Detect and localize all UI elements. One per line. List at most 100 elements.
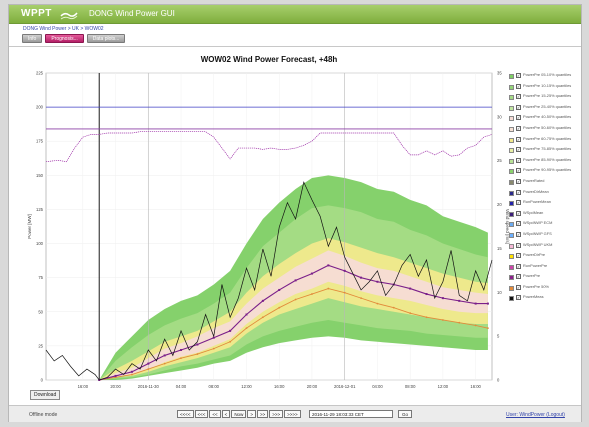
legend-swatch [509,211,514,217]
nav-forward-1-button[interactable]: > [247,410,256,418]
date-input[interactable]: 2016-11-29 18:03:33 CET [309,410,393,418]
mean-forecast-point [180,348,183,351]
nav-back-4-button[interactable]: <<<< [177,410,194,418]
legend-item[interactable]: ✓ PowerPre 50% [509,283,579,296]
legend-checkbox[interactable]: ✓ [516,231,521,237]
legend-swatch [509,148,514,154]
median-forecast-point [327,287,330,290]
legend-item[interactable]: ✓ PowerPre 50-60% quantiles [509,124,579,137]
y-tick-label: 25 [38,343,43,348]
legend-checkbox[interactable]: ✓ [516,115,521,121]
nav-forward-4-button[interactable]: >>>> [284,410,301,418]
legend-label: PowerPre 50-60% quantiles [523,124,572,130]
median-forecast-point [180,357,182,360]
legend-checkbox[interactable]: ✓ [516,94,521,100]
legend-checkbox[interactable]: ✓ [516,295,521,301]
y-tick-label: 0 [41,378,44,383]
legend-label: PowerPre 90-95% quantiles [523,167,572,173]
legend-label: PowerPre 05-10% quantiles [523,72,572,77]
legend-checkbox[interactable]: ✓ [516,83,521,89]
legend-checkbox[interactable]: ✓ [516,200,521,206]
user-logout-link[interactable]: User: WindPower (Logout) [506,412,565,418]
y-axis-label: Power [MW] [27,214,32,239]
legend-item[interactable]: ✓ PowerPre 05-10% quantiles [509,72,579,84]
nav-forward-3-button[interactable]: >>> [269,410,284,418]
legend-checkbox[interactable]: ✓ [516,274,521,280]
median-forecast-point [147,368,150,370]
legend-label: WSpdNWP ECM [523,220,553,226]
legend-label: WSpdNWP GFS [523,230,552,236]
legend-swatch [509,190,514,196]
legend-checkbox[interactable]: ✓ [516,284,521,290]
legend-item[interactable]: ✓ PowerPre 90-95% quantiles [509,168,579,179]
x-tick-label: 20:00 [110,384,121,389]
legend-checkbox[interactable]: ✓ [516,157,521,163]
mean-forecast-point [163,354,166,357]
mean-forecast-point [441,297,444,300]
legend-swatch [509,232,514,238]
legend-checkbox[interactable]: ✓ [516,189,521,195]
legend-item[interactable]: ✓ WSpdNWP GFS [509,230,579,243]
median-forecast-point [196,353,199,355]
median-forecast-point [163,362,166,365]
go-button[interactable]: Go [398,410,413,418]
mean-forecast-point [114,374,117,377]
legend-swatch [509,95,514,101]
legend-checkbox[interactable]: ✓ [516,147,521,153]
legend-checkbox[interactable]: ✓ [516,168,521,174]
legend-label: PowerPre 50% [523,283,549,289]
legend-item[interactable]: ✓ PowerMeas [509,295,579,306]
app-window: WPPT DONG Wind Power GUI DONG Wind Power… [8,4,582,422]
nav-forward-2-button[interactable]: >> [256,410,269,418]
legend-item[interactable]: ✓ PowerRated [509,178,579,190]
legend-swatch [509,84,514,90]
median-forecast-point [376,302,379,305]
median-forecast-point [392,306,395,309]
legend-swatch [509,126,514,132]
legend-item[interactable]: ✓ RunPowerMean [509,200,579,211]
y2-tick-label: 20 [497,202,502,207]
legend-checkbox[interactable]: ✓ [516,253,521,259]
mean-forecast-point [376,280,379,283]
legend-label: RunPowerPre [523,262,548,268]
median-forecast-point [311,293,313,295]
legend-checkbox[interactable]: ✓ [516,242,521,248]
download-button[interactable]: Download [30,390,61,400]
legend-label: PowerPre 85-90% quantiles [523,156,572,162]
nav-back-2-button[interactable]: << [209,410,221,418]
mean-forecast-point [409,287,412,290]
legend-swatch [509,179,514,185]
legend-checkbox[interactable]: ✓ [516,136,521,142]
legend-swatch [509,74,514,79]
legend-swatch [509,275,514,281]
legend-label: PowerPre 40-50% quantiles [523,114,572,120]
legend-swatch [509,137,514,143]
legend-swatch [509,201,514,207]
legend-swatch [509,285,514,291]
legend-checkbox[interactable]: ✓ [516,221,521,227]
nav-now-button[interactable]: Now [231,410,247,418]
nav-back-1-button[interactable]: < [221,410,231,418]
mean-forecast-point [474,302,477,305]
mean-forecast-point [458,299,461,302]
legend-label: PowerPre 60-75% quantiles [523,135,572,141]
nav-back-3-button[interactable]: <<< [194,410,209,418]
offline-status: Offline mode [29,412,58,418]
legend-label: PowerMeas [523,294,544,300]
y-tick-label: 200 [36,105,44,110]
legend-item[interactable]: ✓ RunPowerPre [509,262,579,275]
legend-label: PowerDirPre [523,252,546,258]
legend-checkbox[interactable]: ✓ [516,263,521,269]
legend-swatch [509,296,514,302]
mean-forecast-point [196,343,199,346]
median-forecast-point [360,297,362,300]
y2-tick-label: 30 [497,114,502,119]
x-tick-label: 12:00 [241,384,252,389]
legend-checkbox[interactable]: ✓ [516,125,521,131]
legend-checkbox[interactable]: ✓ [516,104,521,110]
legend-checkbox[interactable]: ✓ [516,178,521,184]
x-tick-label: 04:00 [176,384,187,389]
median-forecast-point [343,291,346,294]
legend-checkbox[interactable]: ✓ [516,73,521,78]
legend-checkbox[interactable]: ✓ [516,210,521,216]
